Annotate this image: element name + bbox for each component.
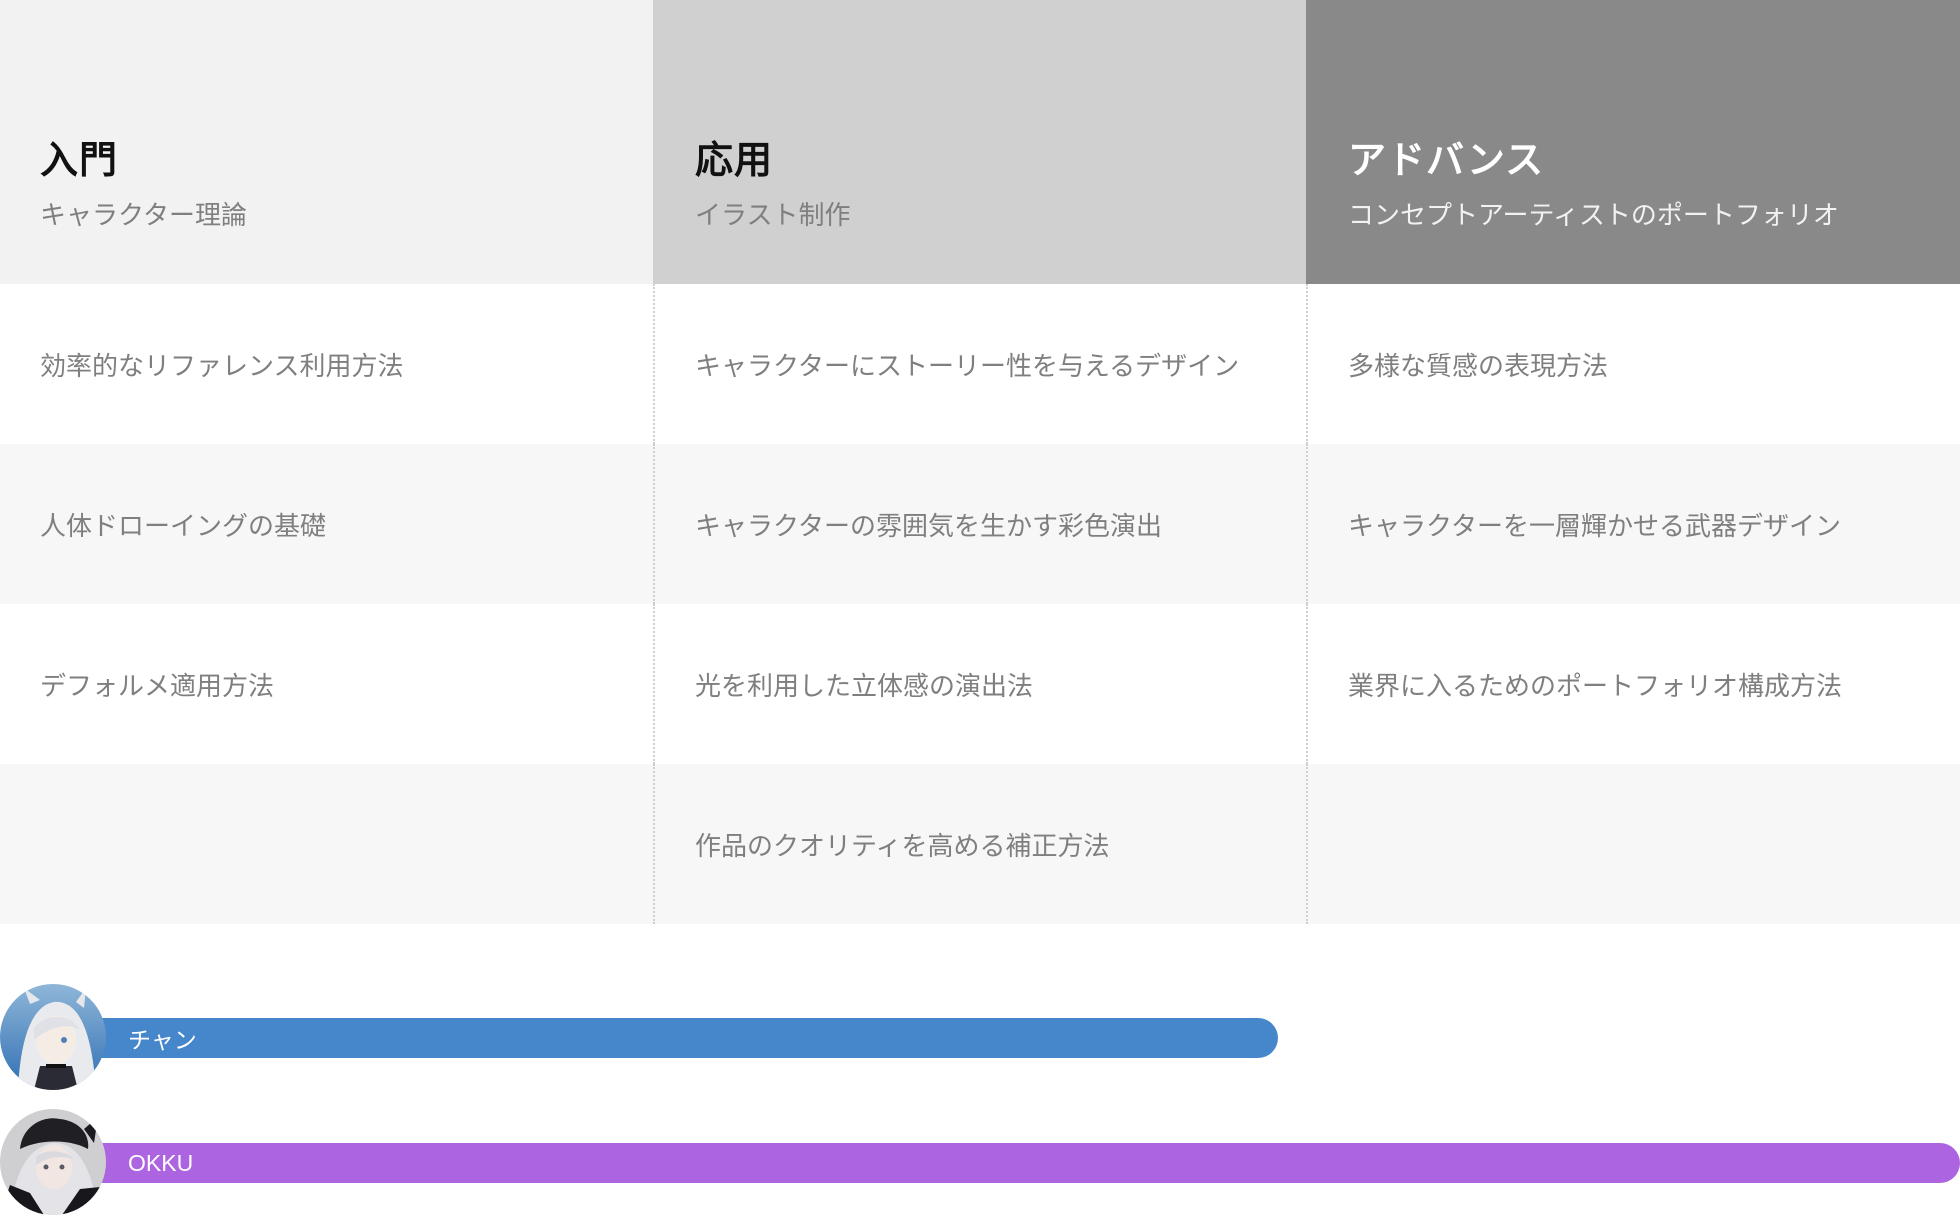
column-title: アドバンス	[1348, 138, 1545, 182]
avatar-portrait-icon	[0, 984, 106, 1090]
lesson-item: キャラクターの雰囲気を生かす彩色演出	[653, 444, 1306, 604]
lesson-item: 多様な質感の表現方法	[1306, 284, 1960, 444]
column-subtitle: コンセプトアーティストのポートフォリオ	[1348, 201, 1839, 231]
avatar	[0, 1109, 106, 1215]
column-header-applied: 応用 イラスト制作	[653, 0, 1306, 284]
column-subtitle: キャラクター理論	[40, 201, 247, 231]
column-title: 応用	[695, 138, 774, 182]
column-applied: 応用 イラスト制作 キャラクターにストーリー性を与えるデザイン キャラクターの雰…	[653, 0, 1306, 924]
learner-name: OKKU	[128, 1149, 194, 1176]
lesson-item: キャラクターにストーリー性を与えるデザイン	[653, 284, 1306, 444]
column-advanced: アドバンス コンセプトアーティストのポートフォリオ 多様な質感の表現方法 キャラ…	[1306, 0, 1960, 924]
lesson-item: 作品のクオリティを高める補正方法	[653, 764, 1306, 924]
learner-row: OKKU	[0, 1105, 1960, 1215]
learner-row: チャン	[0, 980, 1960, 1090]
progress-bar: チャン	[80, 1018, 1278, 1058]
lesson-item: 効率的なリファレンス利用方法	[0, 284, 653, 444]
lesson-item-empty	[0, 764, 653, 924]
lesson-item: キャラクターを一層輝かせる武器デザイン	[1306, 444, 1960, 604]
column-header-beginner: 入門 キャラクター理論	[0, 0, 653, 284]
column-beginner: 入門 キャラクター理論 効率的なリファレンス利用方法 人体ドローイングの基礎 デ…	[0, 0, 653, 924]
lesson-item-empty	[1306, 764, 1960, 924]
learner-name: チャン	[128, 1027, 197, 1053]
lesson-item: デフォルメ適用方法	[0, 604, 653, 764]
lesson-item: 人体ドローイングの基礎	[0, 444, 653, 604]
lesson-item: 業界に入るためのポートフォリオ構成方法	[1306, 604, 1960, 764]
lesson-item: 光を利用した立体感の演出法	[653, 604, 1306, 764]
avatar-portrait-icon	[0, 1109, 106, 1215]
curriculum-table: 入門 キャラクター理論 効率的なリファレンス利用方法 人体ドローイングの基礎 デ…	[0, 0, 1960, 924]
avatar	[0, 984, 106, 1090]
column-header-advanced: アドバンス コンセプトアーティストのポートフォリオ	[1306, 0, 1960, 284]
progress-bar: OKKU	[80, 1143, 1960, 1183]
column-title: 入門	[40, 138, 119, 182]
column-subtitle: イラスト制作	[695, 201, 851, 231]
